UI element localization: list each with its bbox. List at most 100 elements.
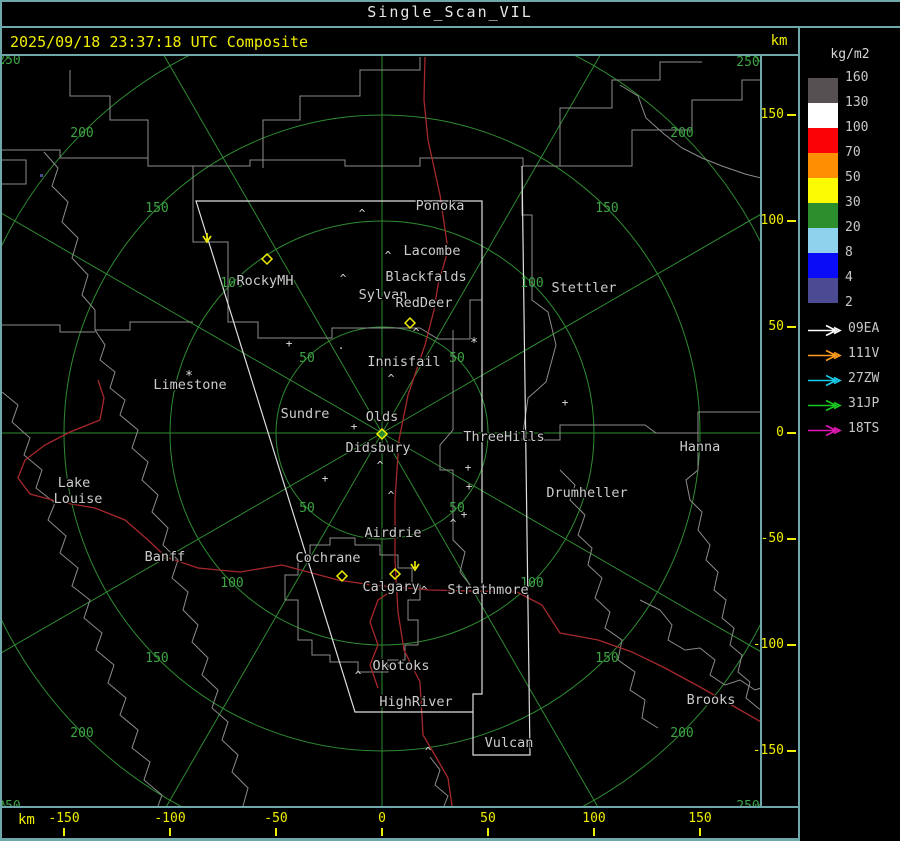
vil-scale-value-label: 30 (845, 195, 861, 210)
bottom-axis-tick-label: 0 (378, 811, 386, 826)
vil-scale-value-label: 20 (845, 220, 861, 235)
vil-scale-value-label: 130 (845, 95, 869, 110)
ring-distance-label: 150 (595, 651, 618, 666)
map-layers: 50 5050 50100 100100 100150 150150 150200 20020… (0, 53, 760, 806)
county-boundary (69, 70, 149, 158)
city-label: Stettler (551, 280, 616, 296)
radar-app-window: Single_Scan_VIL 2025/09/18 23:37:18 UTC … (0, 0, 900, 841)
bottom-axis-tick (593, 828, 595, 836)
vil-scale-swatch (808, 228, 838, 253)
legend-units-label: kg/m2 (830, 47, 870, 62)
highway (97, 379, 105, 421)
town-marker-star: * (470, 336, 478, 351)
highway (17, 419, 760, 723)
radial-line (381, 214, 760, 434)
ring-distance-label: 150 (145, 651, 168, 666)
city-label: Strathmore (447, 582, 528, 598)
radar-id-label: 18TS (848, 421, 880, 436)
ring-distance-label: 250 (736, 55, 759, 70)
town-marker-caret: ^ (355, 669, 362, 682)
right-axis-tick (787, 538, 796, 540)
vil-scale-value-label: 8 (845, 245, 853, 260)
town-marker-caret: ^ (340, 272, 347, 285)
vil-scale-swatch (808, 78, 838, 103)
county-boundary (560, 79, 760, 167)
bottom-axis-tick-label: -150 (48, 811, 80, 826)
county-boundary (2, 149, 560, 167)
radar-arrow-icon (806, 372, 844, 387)
bottom-axis-tick-label: -50 (264, 811, 288, 826)
ring-distance-label: 150 (595, 201, 618, 216)
city-label: RockyMH (237, 273, 294, 289)
town-marker-caret: ^ (421, 584, 428, 597)
city-label: Banff (145, 549, 186, 565)
vil-scale-swatch (808, 153, 838, 178)
vil-scale-value-label: 100 (845, 120, 869, 135)
city-label: Olds (366, 409, 399, 425)
bottom-axis-tick (169, 828, 171, 836)
radar-id-label: 31JP (848, 396, 880, 411)
city-label: Sundre (281, 406, 330, 422)
ring-distance-label: 50 (449, 351, 465, 366)
city-label: RedDeer (396, 295, 453, 311)
right-axis-tick-label: 100 (760, 213, 784, 228)
town-marker-star: * (185, 369, 193, 384)
county-boundary (2, 159, 27, 185)
ring-distance-label: 200 (670, 126, 693, 141)
city-label: ThreeHills (463, 429, 544, 445)
bottom-axis-tick (275, 828, 277, 836)
right-axis-tick (787, 220, 796, 222)
right-axis-tick (787, 644, 796, 646)
vil-echo (40, 174, 43, 177)
town-marker-plus: + (286, 337, 293, 350)
right-axis-tick (787, 326, 796, 328)
city-label: Lake (58, 475, 91, 491)
ring-distance-label: 250 (0, 53, 21, 68)
county-boundary (521, 166, 760, 441)
bottom-axis-tick-label: 150 (688, 811, 712, 826)
city-label: Ponoka (416, 198, 465, 214)
vil-scale-swatch (808, 178, 838, 203)
radial-line (381, 432, 760, 652)
radar-arrow-icon (806, 422, 844, 437)
vil-scale-value-label: 4 (845, 270, 853, 285)
right-axis-tick-label: 150 (760, 107, 784, 122)
ring-distance-label: 200 (70, 726, 93, 741)
right-axis-tick (787, 114, 796, 116)
ring-distance-label: 100 (520, 276, 543, 291)
town-marker-caret: ^ (377, 459, 384, 472)
county-boundary (559, 469, 659, 729)
vil-scale-swatch (808, 128, 838, 153)
city-label: Cochrane (295, 550, 360, 566)
vil-scale-value-label: 70 (845, 145, 861, 160)
radar-arrow-icon (806, 322, 844, 337)
vil-scale-value-label: 160 (845, 70, 869, 85)
city-label: Calgary (363, 579, 420, 595)
city-label: Vulcan (485, 735, 534, 751)
town-marker-caret: ^ (413, 326, 420, 339)
town-marker-plus: + (466, 480, 473, 493)
town-marker-caret: ^ (450, 517, 457, 530)
radar-id-label: 111V (848, 346, 880, 361)
ring-distance-label: 150 (145, 201, 168, 216)
radar-site-marker (260, 252, 274, 266)
range-ring (2, 56, 760, 806)
right-axis-tick (787, 432, 796, 434)
town-marker-caret: ^ (385, 249, 392, 262)
town-marker-caret: ^ (388, 372, 395, 385)
county-boundary (559, 61, 702, 166)
right-axis-tick-label: 0 (776, 425, 784, 440)
county-boundary (429, 756, 449, 806)
right-axis-tick-label: -150 (752, 743, 784, 758)
town-marker-plus: + (351, 420, 358, 433)
ring-distance-label: 200 (670, 726, 693, 741)
bottom-axis-tick (487, 828, 489, 836)
bottom-axis-tick (63, 828, 65, 836)
city-label: Airdrie (365, 525, 422, 541)
town-marker-plus: + (461, 508, 468, 521)
radar-id-label: 09EA (848, 321, 880, 336)
radar-id-label: 27ZW (848, 371, 880, 386)
county-boundary (95, 321, 193, 331)
town-marker-dot: . (338, 339, 345, 352)
city-label: Blackfalds (385, 269, 466, 285)
